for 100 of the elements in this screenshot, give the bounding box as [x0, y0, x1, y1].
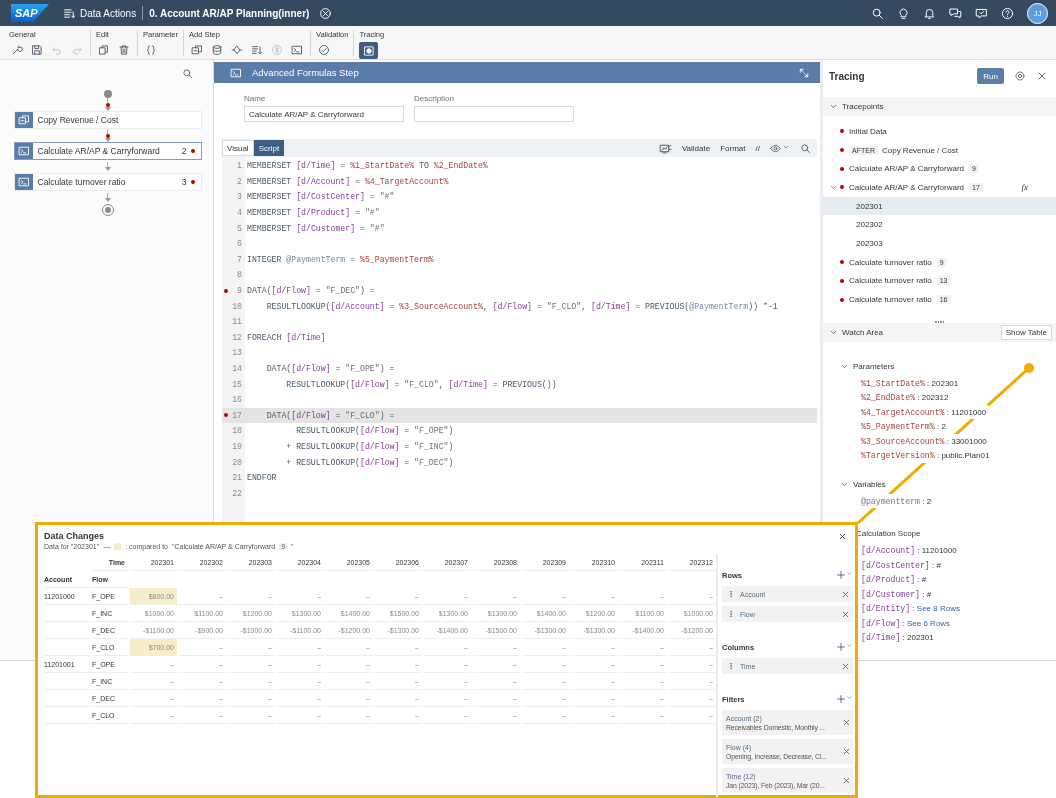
bulb-icon	[897, 6, 910, 20]
run-button[interactable]: Run	[977, 68, 1004, 84]
close-icon	[1036, 70, 1048, 82]
diamond-icon	[231, 44, 243, 56]
breakpoint-dot[interactable]	[224, 288, 228, 293]
watch-entry: %TargetVersion% : public.Plan01	[861, 448, 992, 463]
search-icon	[800, 142, 811, 154]
line-number: 4	[237, 208, 242, 218]
section-header[interactable]: Tracepoints	[823, 97, 1056, 116]
tracepoint-item[interactable]: Copy Revenue / Cost	[881, 145, 958, 155]
period-item[interactable]: 202301	[856, 201, 883, 211]
code-line: ENDFOR	[246, 473, 277, 483]
show-table-button[interactable]: Show Table	[1000, 324, 1052, 340]
step-node[interactable]: Calculate AR/AP & Carryforward 2	[13, 142, 202, 160]
bell-button[interactable]	[923, 6, 936, 20]
add-button[interactable]	[836, 570, 853, 580]
line-number: 16	[232, 395, 242, 405]
panel-title: Tracing	[829, 70, 866, 82]
tracepoint-item[interactable]: Calculate AR/AP & Carryforward	[849, 182, 964, 192]
watch-entry: @paymentterm : 2	[861, 493, 934, 509]
search-button[interactable]	[871, 6, 884, 20]
help-button[interactable]	[1001, 6, 1014, 20]
redo-icon	[71, 44, 83, 56]
list-icon	[251, 44, 263, 56]
code-line: MEMBERSET [d/Account] = %4_TargetAccount%	[246, 176, 449, 186]
line-number: 20	[232, 457, 242, 467]
watch-entry: %3_SourceAccount% : 33001000	[861, 433, 989, 449]
close-button[interactable]	[319, 6, 333, 20]
code-line: + RESULTLOOKUP([d/Flow] = "F_DEC")	[285, 457, 454, 467]
feedback-icon	[975, 6, 988, 20]
chat-button[interactable]	[949, 6, 962, 20]
watch-entry: [d/Account] : 11201000	[861, 543, 959, 558]
search-icon	[871, 6, 884, 20]
watch-entry: [d/Product] : #	[861, 572, 929, 587]
field-label: Description	[414, 94, 455, 103]
close-button[interactable]	[1036, 70, 1048, 82]
code-line: RESULTLOOKUP([d/Flow] = "F_OPE")	[295, 426, 454, 436]
settings-button[interactable]	[1014, 70, 1026, 82]
code-line: + RESULTLOOKUP([d/Flow] = "F_INC")	[285, 442, 454, 451]
start-node	[103, 90, 112, 98]
help-icon	[1001, 6, 1014, 20]
sap-logo[interactable]: SAP	[11, 4, 49, 22]
tracepoint-dot[interactable]	[105, 103, 110, 107]
bulb-button[interactable]	[897, 6, 910, 20]
name-field[interactable]: Calculate AR/AP & Carryforward	[244, 106, 404, 122]
period-item[interactable]: 202303	[856, 238, 883, 248]
close-button[interactable]	[838, 531, 847, 541]
braces-icon	[145, 44, 157, 56]
validate-button[interactable]: Validate	[681, 143, 711, 153]
step-node[interactable]: Calculate turnover ratio 3	[13, 173, 202, 191]
editor-tab[interactable]: Visual	[222, 140, 254, 156]
formula-button[interactable]: fx	[1021, 182, 1028, 193]
group-title: Calculation Scope	[856, 529, 921, 539]
period-item[interactable]: 202302	[856, 220, 883, 230]
tracepoint-item[interactable]: Calculate AR/AP & Carryforward	[849, 164, 964, 174]
search-button[interactable]	[800, 142, 811, 154]
add-button[interactable]	[836, 642, 853, 652]
step-count: 3	[181, 177, 187, 187]
tracepoint-item[interactable]: Initial Data	[849, 126, 887, 136]
trash-button[interactable]	[116, 42, 132, 58]
view-button[interactable]	[770, 142, 790, 154]
step-title: Advanced Formulas Step	[252, 67, 360, 78]
wrench-icon	[11, 44, 23, 56]
line-number: 11	[232, 317, 242, 327]
step-node[interactable]: Copy Revenue / Cost	[13, 111, 202, 129]
step-count: 2	[181, 146, 187, 156]
tracepoint-item[interactable]: Calculate turnover ratio	[849, 276, 932, 286]
remove-icon	[842, 776, 851, 785]
save-button[interactable]	[29, 42, 45, 58]
copy-icon	[98, 44, 110, 56]
copy-data-icon	[191, 44, 203, 56]
plus-icon	[836, 694, 846, 704]
tracing-toggle[interactable]	[359, 42, 379, 59]
breakpoint-dot[interactable]	[224, 413, 228, 418]
trash-icon	[118, 44, 130, 56]
dollar-icon	[271, 44, 283, 56]
comment-button[interactable]: //	[755, 143, 760, 153]
tracepoint-item[interactable]: Calculate turnover ratio	[849, 257, 932, 267]
check-button[interactable]	[316, 42, 332, 58]
undo-icon	[51, 44, 63, 56]
description-field[interactable]	[414, 106, 574, 122]
tracepoint-item[interactable]: Calculate turnover ratio	[849, 295, 932, 305]
arrow-icon	[104, 198, 111, 202]
plus-icon	[836, 570, 846, 580]
editor-tab[interactable]: Script	[253, 140, 285, 156]
expand-button[interactable]	[798, 66, 810, 79]
record-icon	[362, 44, 375, 57]
eye-icon	[770, 142, 781, 154]
step-label: Copy Revenue / Cost	[37, 115, 120, 125]
search-button[interactable]	[182, 68, 193, 79]
format-button[interactable]: Format	[720, 143, 746, 153]
data-actions-button[interactable]	[63, 6, 76, 20]
tracepoint-dot[interactable]	[105, 134, 110, 138]
terminal-icon	[291, 44, 303, 56]
chat-icon	[949, 6, 962, 20]
step-label: Calculate turnover ratio	[37, 177, 127, 187]
close-icon	[319, 6, 333, 20]
remove-icon	[841, 661, 850, 671]
feedback-button[interactable]	[975, 6, 988, 20]
add-button[interactable]	[836, 694, 853, 704]
